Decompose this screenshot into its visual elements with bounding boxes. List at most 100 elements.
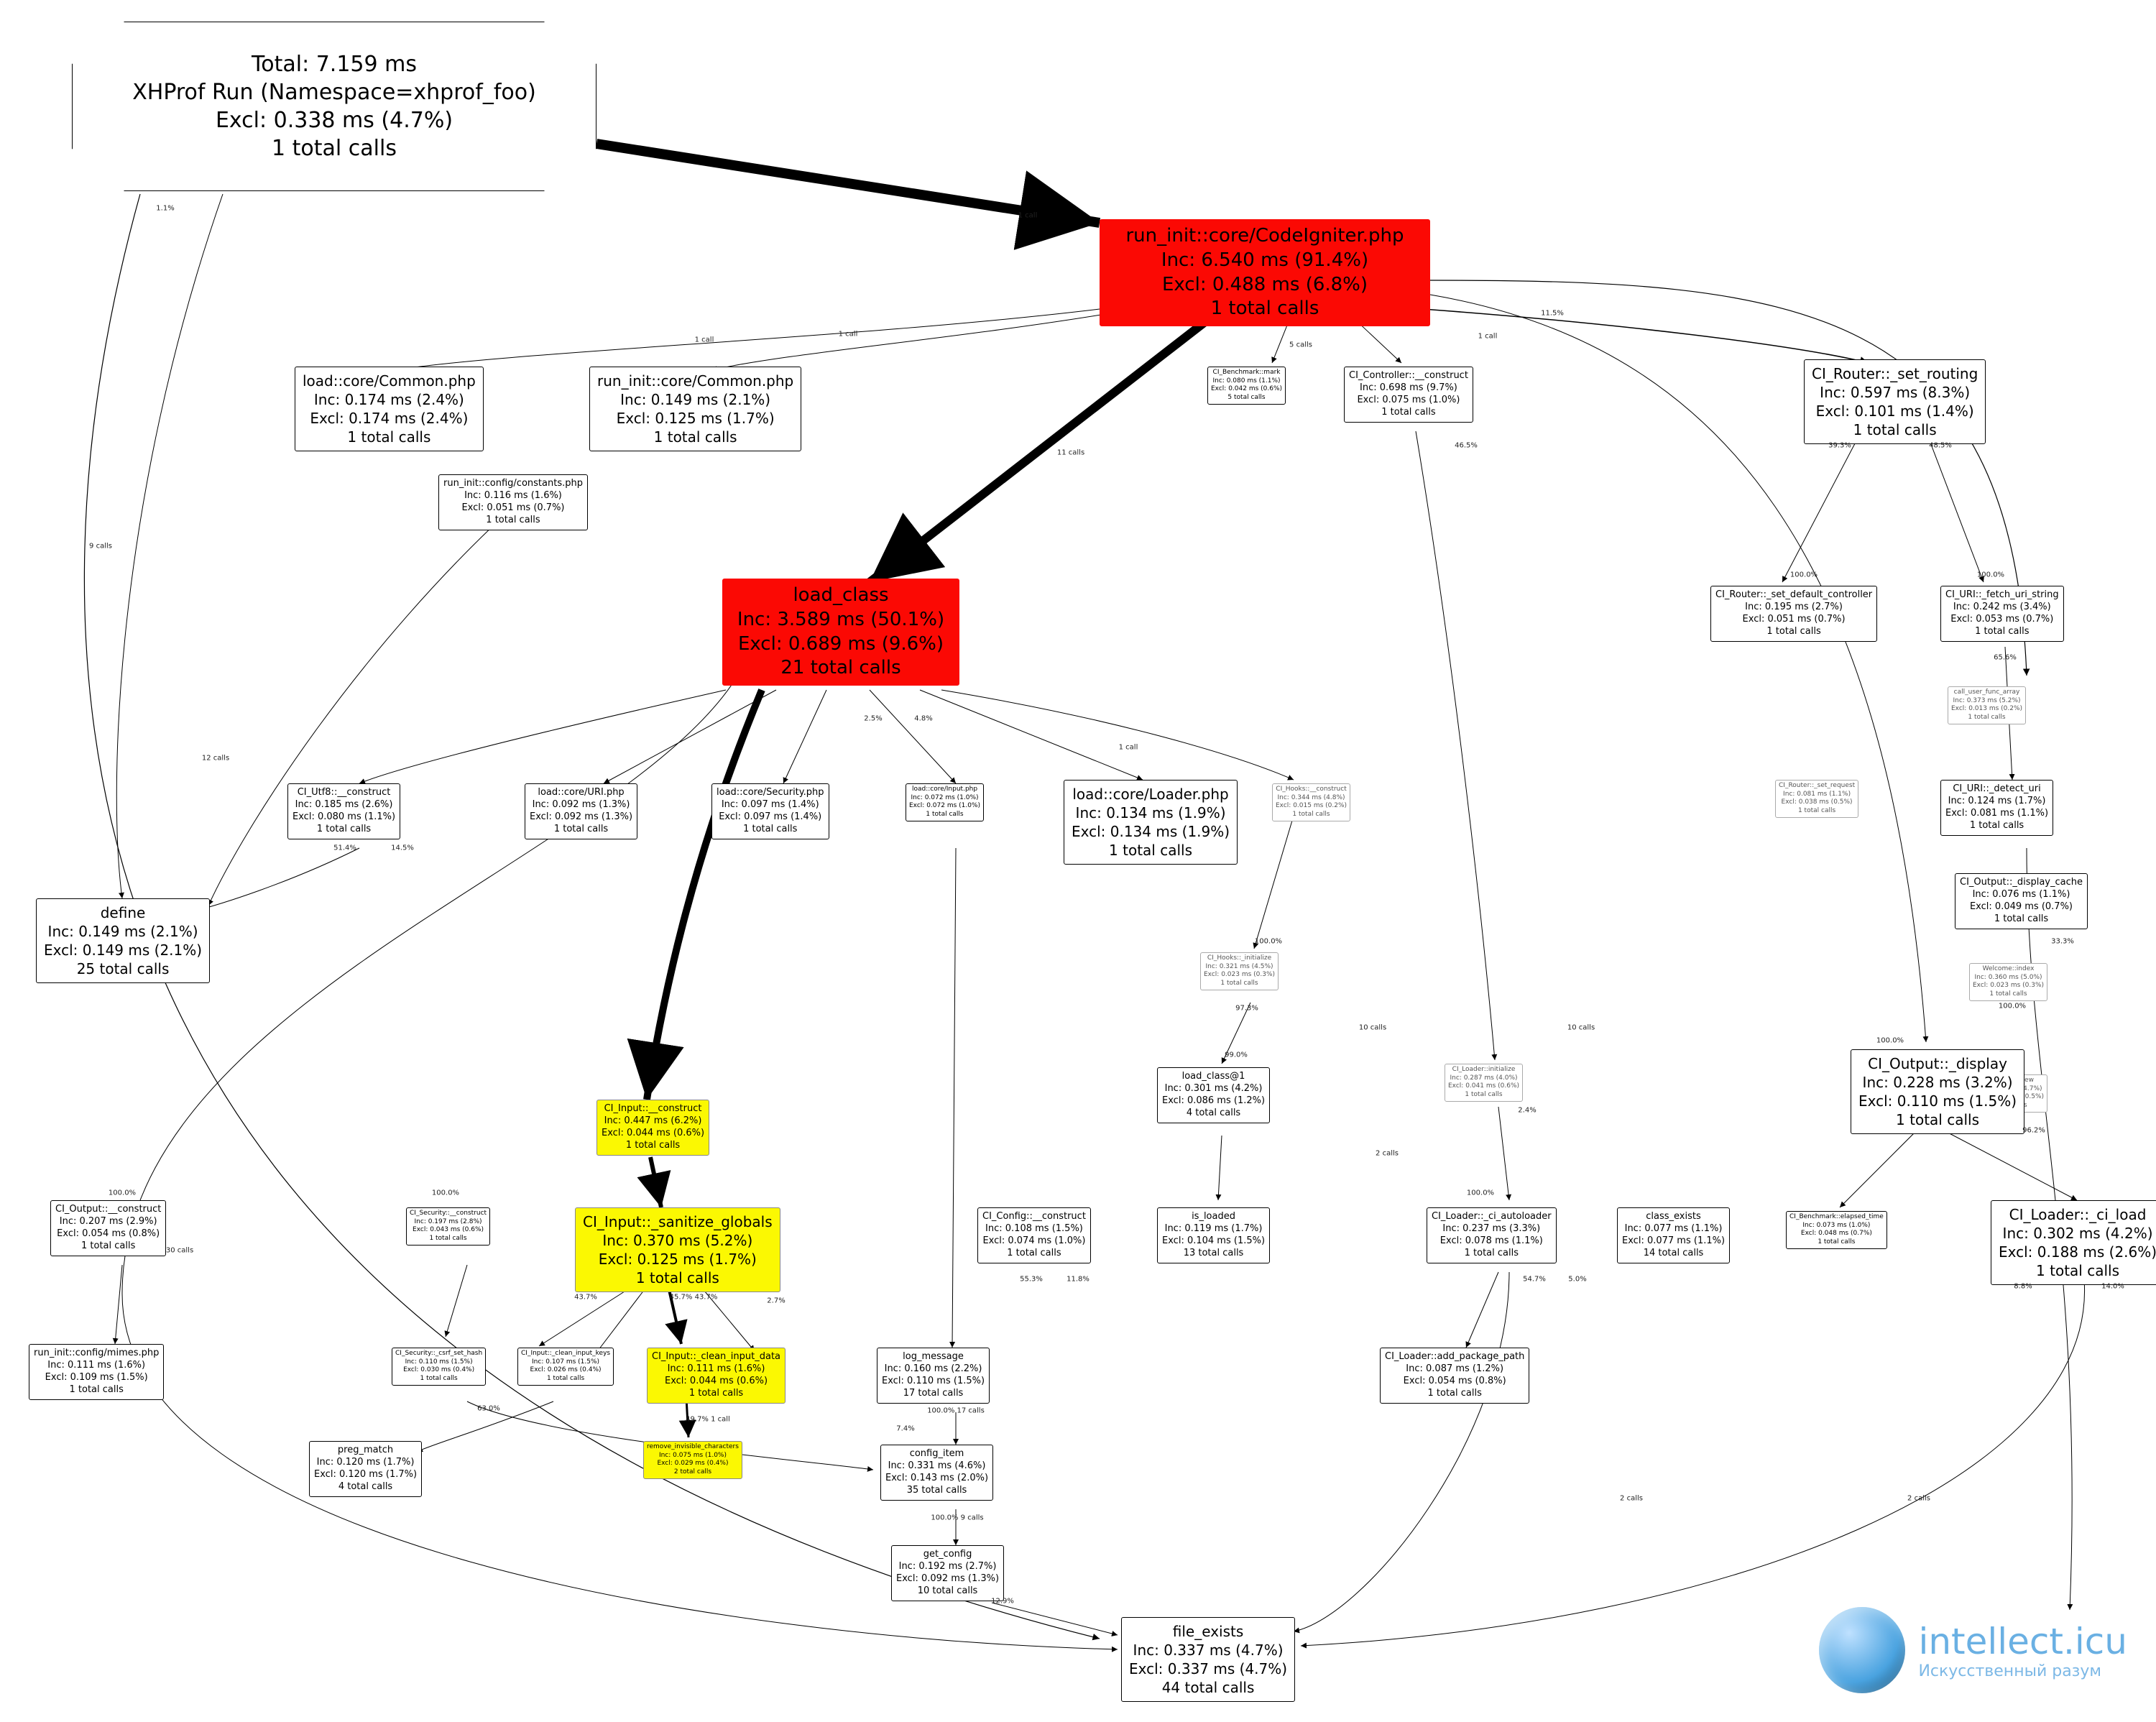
node-ci-input-construct[interactable]: CI_Input::__construct Inc: 0.447 ms (6.2… — [596, 1100, 709, 1156]
edge-label: 100.0% 17 calls — [927, 1407, 985, 1415]
node-uri-detect[interactable]: CI_URI::_detect_uri Inc: 0.124 ms (1.7%)… — [1940, 780, 2053, 836]
brand-tagline: Искусственный разум — [1918, 1662, 2127, 1680]
edge-label: 100.0% — [1876, 1037, 1904, 1045]
edge-label: 100.0% — [1790, 571, 1818, 579]
node-router-set-default[interactable]: CI_Router::_set_default_controller Inc: … — [1710, 586, 1877, 642]
node-log-message[interactable]: log_message Inc: 0.160 ms (2.2%) Excl: 0… — [877, 1348, 990, 1404]
node-root-total: Total: 7.159 ms — [108, 50, 561, 78]
node-clean-input-data[interactable]: CI_Input::_clean_input_data Inc: 0.111 m… — [647, 1348, 786, 1404]
edge-label: 45.7% 43.7% — [670, 1294, 718, 1302]
node-loader-add-package[interactable]: CI_Loader::add_package_path Inc: 0.087 m… — [1380, 1348, 1529, 1404]
edge-label: 100.0% — [1255, 938, 1282, 946]
node-output-display-cache[interactable]: CI_Output::_display_cache Inc: 0.076 ms … — [1955, 873, 2088, 929]
edge-label: 55.3% — [1020, 1276, 1043, 1284]
node-file-exists[interactable]: file_exists Inc: 0.337 ms (4.7%) Excl: 0… — [1121, 1617, 1295, 1702]
node-remove-invisible[interactable]: remove_invisible_characters Inc: 0.075 m… — [643, 1441, 742, 1479]
node-call-user-func[interactable]: call_user_func_array Inc: 0.373 ms (5.2%… — [1948, 686, 2026, 724]
node-codeigniter[interactable]: run_init::core/CodeIgniter.php Inc: 6.54… — [1100, 219, 1430, 326]
node-is-loaded[interactable]: is_loaded Inc: 0.119 ms (1.7%) Excl: 0.1… — [1157, 1207, 1270, 1263]
edge-label: 2.7% — [767, 1297, 785, 1305]
node-load-input[interactable]: load::core/Input.php Inc: 0.072 ms (1.0%… — [906, 783, 984, 821]
node-load-common[interactable]: load::core/Common.php Inc: 0.174 ms (2.4… — [295, 367, 484, 451]
node-root[interactable]: Total: 7.159 ms XHProf Run (Namespace=xh… — [72, 22, 596, 191]
node-router-set-request[interactable]: CI_Router::_set_request Inc: 0.081 ms (1… — [1775, 780, 1858, 818]
node-ci-security-construct[interactable]: CI_Security::__construct Inc: 0.197 ms (… — [406, 1207, 490, 1246]
edge-label: 2 calls — [1620, 1495, 1643, 1503]
node-runinit-common[interactable]: run_init::core/Common.php Inc: 0.149 ms … — [589, 367, 801, 451]
node-hooks-construct[interactable]: CI_Hooks::__construct Inc: 0.344 ms (4.8… — [1272, 783, 1350, 821]
node-root-ns: XHProf Run (Namespace=xhprof_foo) — [108, 78, 561, 106]
edge-label: 30 calls — [166, 1247, 193, 1255]
node-load-uri[interactable]: load::core/URI.php Inc: 0.092 ms (1.3%) … — [525, 783, 637, 839]
edge-label: 11.5% — [1541, 310, 1564, 318]
edge-label: 1 call — [1018, 212, 1038, 220]
edge-label: 2 calls — [1907, 1495, 1930, 1503]
edge-label: 39.3% — [1828, 442, 1851, 450]
edge-label: 4.8% — [914, 715, 932, 723]
node-welcome-index[interactable]: Welcome::index Inc: 0.360 ms (5.0%) Excl… — [1969, 963, 2047, 1001]
edge-label: 2.4% — [1518, 1107, 1536, 1115]
edge-label: 100.0% — [432, 1189, 459, 1197]
edge-label: 11 calls — [1057, 449, 1084, 457]
node-uri-fetch[interactable]: CI_URI::_fetch_uri_string Inc: 0.242 ms … — [1940, 586, 2064, 642]
brand-watermark: intellect.icu Искусственный разум — [1819, 1607, 2127, 1693]
node-ci-controller[interactable]: CI_Controller::__construct Inc: 0.698 ms… — [1344, 367, 1473, 423]
node-benchmark-mark[interactable]: CI_Benchmark::mark Inc: 0.080 ms (1.1%) … — [1207, 367, 1286, 405]
edge-label: 12.9% — [991, 1598, 1014, 1606]
edge-label: 1 call — [1478, 333, 1498, 341]
node-loader-ci-load[interactable]: CI_Loader::_ci_load Inc: 0.302 ms (4.2%)… — [1991, 1200, 2156, 1285]
edge-label: 2 calls — [1376, 1150, 1399, 1158]
edge-label: 100.0% — [1999, 1003, 2026, 1010]
node-root-calls: 1 total calls — [108, 134, 561, 162]
node-root-excl: Excl: 0.338 ms (4.7%) — [108, 106, 561, 134]
edge-label: 100.0% 9 calls — [931, 1514, 983, 1522]
node-csrf-set-hash[interactable]: CI_Security::_csrf_set_hash Inc: 0.110 m… — [392, 1348, 486, 1386]
node-ci-config-construct[interactable]: CI_Config::__construct Inc: 0.108 ms (1.… — [977, 1207, 1091, 1263]
edge-label: 11.8% — [1067, 1276, 1089, 1284]
node-router-set-routing[interactable]: CI_Router::_set_routing Inc: 0.597 ms (8… — [1804, 359, 1986, 444]
edge-label: 12 calls — [202, 755, 229, 763]
edge-label: 43.7% — [574, 1294, 597, 1302]
edge-label: 97.3% — [1235, 1005, 1258, 1013]
node-ci-input-sanitize[interactable]: CI_Input::_sanitize_globals Inc: 0.370 m… — [575, 1207, 780, 1292]
node-mimes[interactable]: run_init::config/mimes.php Inc: 0.111 ms… — [29, 1344, 164, 1400]
edge-label: 14.5% — [391, 844, 414, 852]
edge-label: 7.4% — [896, 1425, 914, 1433]
edge-label: 8.8% — [2014, 1283, 2032, 1291]
node-clean-input-keys[interactable]: CI_Input::_clean_input_keys Inc: 0.107 m… — [517, 1348, 614, 1386]
node-config-item[interactable]: config_item Inc: 0.331 ms (4.6%) Excl: 0… — [880, 1445, 993, 1501]
node-load-class[interactable]: load_class Inc: 3.589 ms (50.1%) Excl: 0… — [722, 579, 959, 686]
edge-label: 100.0% — [1467, 1189, 1494, 1197]
node-load-loader[interactable]: load::core/Loader.php Inc: 0.134 ms (1.9… — [1064, 780, 1238, 865]
edge-label: 14.0% — [2101, 1283, 2124, 1291]
edge-label: 5 calls — [1289, 341, 1312, 349]
edge-label: 63.0% — [477, 1405, 500, 1413]
edge-label: 49.7% 1 call — [686, 1416, 730, 1424]
node-class-exists[interactable]: class_exists Inc: 0.077 ms (1.1%) Excl: … — [1617, 1207, 1730, 1263]
brand-globe-icon — [1819, 1607, 1905, 1693]
node-ci-output-construct[interactable]: CI_Output::__construct Inc: 0.207 ms (2.… — [50, 1200, 166, 1256]
edge-label: 1.1% — [156, 205, 174, 213]
node-preg-match[interactable]: preg_match Inc: 0.120 ms (1.7%) Excl: 0.… — [309, 1441, 422, 1497]
edge-label: 48.5% — [1929, 442, 1952, 450]
node-benchmark-elapsed[interactable]: CI_Benchmark::elapsed_time Inc: 0.073 ms… — [1786, 1211, 1887, 1249]
node-loader-initialize[interactable]: CI_Loader::initialize Inc: 0.287 ms (4.0… — [1445, 1064, 1523, 1102]
edge-label: 10 calls — [1567, 1024, 1595, 1032]
edge-label: 5.0% — [1568, 1276, 1586, 1284]
edge-label: 54.7% — [1523, 1276, 1546, 1284]
edge-label: 1 call — [695, 336, 714, 344]
brand-name: intellect.icu — [1918, 1621, 2127, 1662]
node-output-display[interactable]: CI_Output::_display Inc: 0.228 ms (3.2%)… — [1851, 1049, 2024, 1134]
node-define[interactable]: define Inc: 0.149 ms (2.1%) Excl: 0.149 … — [36, 898, 210, 983]
node-load-security[interactable]: load::core/Security.php Inc: 0.097 ms (1… — [711, 783, 829, 839]
node-get-config[interactable]: get_config Inc: 0.192 ms (2.7%) Excl: 0.… — [891, 1545, 1004, 1601]
edge-label: 100.0% — [109, 1189, 136, 1197]
node-constants[interactable]: run_init::config/constants.php Inc: 0.11… — [438, 474, 588, 530]
edge-label: 33.3% — [2051, 938, 2074, 946]
edge-label: 1 call — [839, 331, 858, 339]
edge-label: 51.4% — [333, 844, 356, 852]
node-loader-autoloader[interactable]: CI_Loader::_ci_autoloader Inc: 0.237 ms … — [1427, 1207, 1557, 1263]
node-hooks-initialize[interactable]: CI_Hooks::_initialize Inc: 0.321 ms (4.5… — [1200, 952, 1279, 990]
node-utf8[interactable]: CI_Utf8::__construct Inc: 0.185 ms (2.6%… — [287, 783, 400, 839]
node-load-class-at1[interactable]: load_class@1 Inc: 0.301 ms (4.2%) Excl: … — [1157, 1067, 1270, 1123]
